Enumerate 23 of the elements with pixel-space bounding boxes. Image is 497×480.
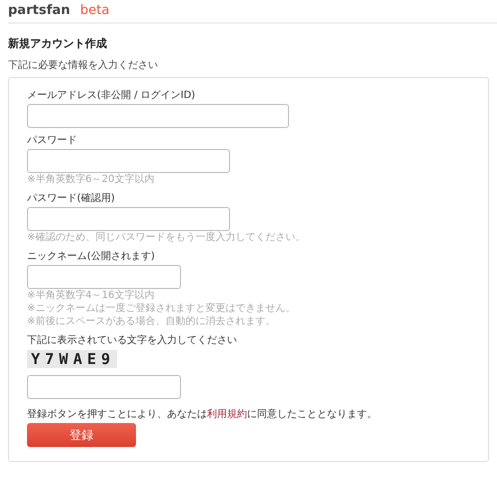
field-label: ニックネーム(公開されます) [27,250,156,263]
register-button[interactable]: 登録 [27,423,136,447]
captcha-image: Y7WAE9 [27,350,118,368]
beta-label: beta [80,3,110,18]
terms-text: 登録ボタンを押すことにより、あなたは利用規約に同意したこととなります。 [27,408,378,421]
field-hint: ※前後にスペースがある場合、自動的に消去されます。 [27,315,276,328]
input-field[interactable] [27,375,181,399]
field-hint: ※確認のため、同じパスワードをもう一度入力してください。 [27,231,306,244]
logo[interactable]: partsfan [8,3,70,18]
input-field[interactable] [27,265,181,289]
input-field[interactable] [27,207,230,231]
captcha-label: 下記に表示されている文字を入力してください [27,334,238,347]
input-field[interactable] [27,104,289,128]
instruction-text: 下記に必要な情報を入力ください [8,58,159,72]
field-label: パスワード [27,134,78,147]
page-title: 新規アカウント作成 [8,36,108,51]
field-label: パスワード(確認用) [27,192,116,205]
terms-link[interactable]: 利用規約 [207,409,247,420]
input-field[interactable] [27,149,230,173]
field-hint: ※半角英数字4～16文字以内 [27,289,156,302]
field-label: メールアドレス(非公開 / ログインID) [27,88,196,102]
field-hint: ※ニックネームは一度ご登録されますと変更はできません。 [27,302,296,315]
field-hint: ※半角英数字6～20文字以内 [27,173,156,186]
